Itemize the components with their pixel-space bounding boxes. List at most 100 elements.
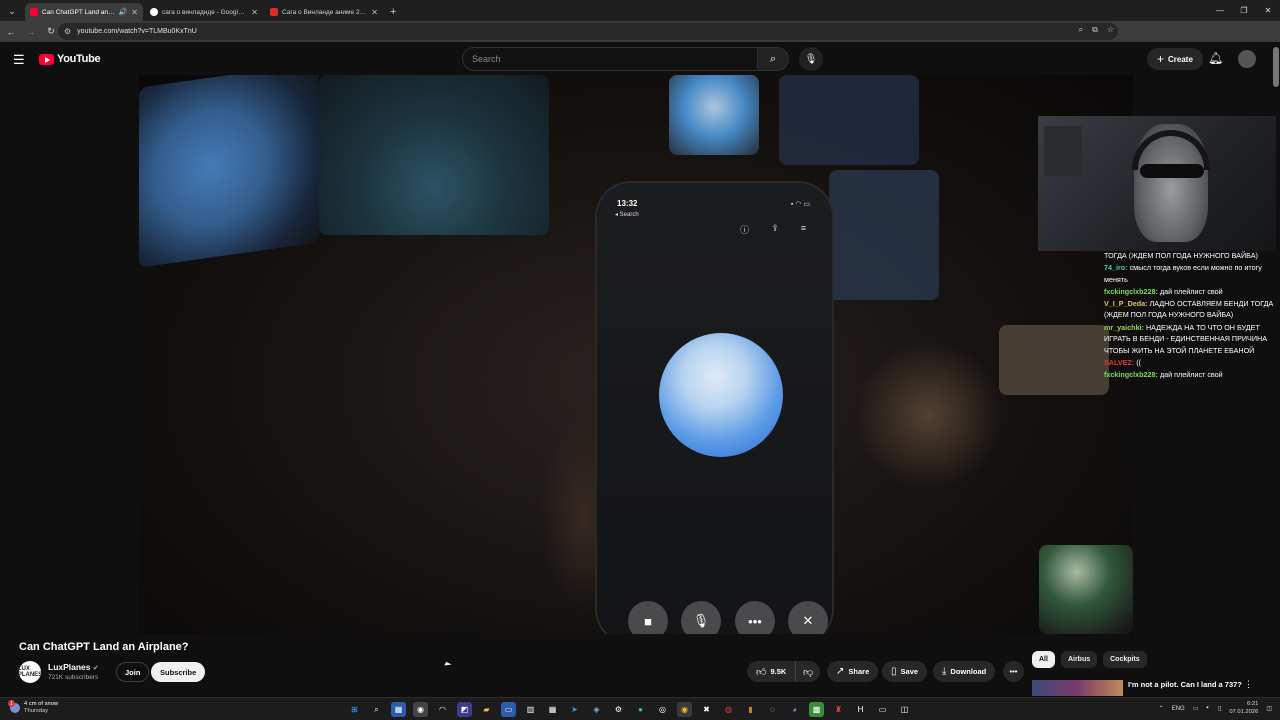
like-button[interactable]: 👍︎ 9.5K bbox=[747, 661, 796, 682]
tab-anime[interactable]: Сага о Винланде аниме 2019... ✕ bbox=[265, 3, 383, 21]
close-tab-icon[interactable]: ✕ bbox=[131, 8, 138, 17]
video-player[interactable]: 13:32 ◂ Search ▪ ◠ ▭ ⓘ ⇪ ≡ ■ 🎙 ••• ✕ bbox=[139, 75, 1133, 634]
telegram-icon[interactable]: ➤ bbox=[567, 702, 582, 717]
search-button[interactable]: ⌕ bbox=[757, 47, 789, 71]
chip-airbus[interactable]: Airbus bbox=[1060, 651, 1098, 668]
recommended-title[interactable]: I'm not a pilot. Can I land a 737? bbox=[1128, 680, 1242, 689]
site-info-icon[interactable]: ⚙ bbox=[64, 27, 71, 36]
app-icon[interactable]: ▮ bbox=[743, 702, 758, 717]
tray-overflow-icon[interactable]: ⌃ bbox=[1159, 705, 1164, 712]
zoom-icon[interactable]: ⌕ bbox=[1079, 25, 1083, 35]
notifications-bell-icon[interactable]: 🔔︎ bbox=[1208, 51, 1223, 65]
recommended-menu-icon[interactable]: ⋮ bbox=[1244, 679, 1253, 690]
app-icon[interactable]: H bbox=[853, 702, 868, 717]
network-icon[interactable]: ▭ bbox=[1193, 705, 1199, 712]
minecraft-icon[interactable]: ▩ bbox=[809, 702, 824, 717]
subscribe-button[interactable]: Subscribe bbox=[151, 662, 206, 682]
close-tab-icon[interactable]: ✕ bbox=[371, 8, 378, 17]
tab-youtube[interactable]: Can ChatGPT Land an Airpla... 🔊 ✕ bbox=[25, 3, 143, 21]
app-icon[interactable]: ▭ bbox=[501, 702, 516, 717]
join-button[interactable]: Join bbox=[116, 662, 150, 682]
channel-avatar[interactable]: LUX PLANES bbox=[18, 661, 42, 683]
app-icon[interactable]: ◫ bbox=[897, 702, 912, 717]
tab-google-search[interactable]: сага о винладнде - Google Search ✕ bbox=[145, 3, 263, 21]
cockpit-glare bbox=[859, 335, 999, 495]
cast-icon[interactable]: ⧉ bbox=[1092, 25, 1098, 35]
cockpit-display bbox=[779, 75, 919, 165]
taskbar-search-icon[interactable]: ⌕ bbox=[369, 702, 384, 717]
volume-icon[interactable]: 🔈︎ bbox=[1206, 705, 1210, 712]
file-explorer-icon[interactable]: ▰ bbox=[479, 702, 494, 717]
youtube-favicon-icon bbox=[30, 8, 38, 16]
recommended-video[interactable]: I'm not a pilot. Can I land a 737? ⋮ bbox=[1032, 679, 1280, 697]
discord-icon[interactable]: ◕ bbox=[787, 702, 802, 717]
close-window-button[interactable]: ✕ bbox=[1256, 0, 1280, 20]
phone-close-button: ✕ bbox=[788, 601, 828, 634]
chat-message: ТОГДА (ЖДЕМ ПОЛ ГОДА НУЖНОГО ВАЙБА) bbox=[1104, 251, 1258, 260]
app-icon[interactable]: ◎ bbox=[655, 702, 670, 717]
app-icon[interactable]: ◩ bbox=[457, 702, 472, 717]
app-icon[interactable]: ◠ bbox=[435, 702, 450, 717]
task-view-icon[interactable]: ▦ bbox=[391, 702, 406, 717]
minimize-button[interactable]: — bbox=[1208, 0, 1232, 20]
share-button[interactable]: ↗ Share bbox=[827, 661, 879, 682]
steam-app-icon[interactable]: ◉ bbox=[413, 702, 428, 717]
app-icon[interactable]: ◌ bbox=[765, 702, 780, 717]
maximize-button[interactable]: ❐ bbox=[1232, 0, 1256, 20]
download-button[interactable]: ⤓ Download bbox=[933, 661, 996, 682]
chrome-icon[interactable]: ◉ bbox=[677, 702, 692, 717]
system-tray: ⌃ ENG ▭ 🔈︎ ▯ 6:21 07.01.2026 ◫ bbox=[1159, 701, 1272, 716]
app-icon[interactable]: ▥ bbox=[523, 702, 538, 717]
language-indicator[interactable]: ENG bbox=[1172, 706, 1185, 712]
new-tab-button[interactable]: + bbox=[390, 6, 396, 18]
close-tab-icon[interactable]: ✕ bbox=[251, 8, 258, 17]
notifications-icon[interactable]: ◫ bbox=[1266, 705, 1272, 712]
hamburger-menu-icon[interactable]: ☰ bbox=[13, 52, 25, 68]
tab-search-button[interactable]: ⌄ bbox=[3, 2, 21, 20]
dislike-button[interactable]: 👎︎ bbox=[795, 661, 821, 682]
audio-playing-icon[interactable]: 🔊 bbox=[119, 8, 128, 16]
save-button[interactable]: ▯ Save bbox=[882, 661, 928, 682]
steam-icon[interactable]: ◈ bbox=[589, 702, 604, 717]
app-icon[interactable]: ▦ bbox=[545, 702, 560, 717]
app-icon[interactable]: ♜ bbox=[831, 702, 846, 717]
share-icon: ⇪ bbox=[771, 223, 779, 233]
address-bar[interactable]: ⚙ youtube.com/watch?v=TLMBu0KxTnU ⌕ ⧉ ☆ bbox=[58, 23, 1118, 40]
download-icon: ⤓ bbox=[942, 666, 947, 677]
create-button[interactable]: + Create bbox=[1147, 48, 1203, 70]
settings-icon: ≡ bbox=[800, 223, 806, 233]
terminal-icon[interactable]: ▭ bbox=[875, 702, 890, 717]
spotify-icon[interactable]: ● bbox=[633, 702, 648, 717]
youtube-logo[interactable]: YouTube bbox=[39, 53, 101, 65]
recommended-thumbnail[interactable] bbox=[1032, 680, 1123, 696]
notification-badge: 1 bbox=[8, 700, 15, 707]
windows-start-icon[interactable]: ⊞ bbox=[347, 702, 362, 717]
search-icon: ⌕ bbox=[769, 52, 777, 65]
channel-name[interactable]: LuxPlanes ✔ bbox=[48, 662, 99, 672]
battery-icon[interactable]: ▯ bbox=[1218, 705, 1221, 712]
page-scrollbar[interactable] bbox=[1273, 47, 1279, 87]
search-input[interactable] bbox=[472, 54, 757, 64]
cockpit-display bbox=[829, 170, 939, 300]
verified-check-icon: ✔ bbox=[92, 665, 99, 672]
voice-search-button[interactable]: 🎙 bbox=[799, 47, 823, 71]
chip-cockpits[interactable]: Cockpits bbox=[1103, 651, 1147, 668]
back-button[interactable]: ← bbox=[2, 23, 20, 41]
browser-toolbar: ← → ↻ ⚙ youtube.com/watch?v=TLMBu0KxTnU … bbox=[0, 21, 1280, 55]
app-icon[interactable]: ◍ bbox=[721, 702, 736, 717]
app-icon[interactable]: ✖ bbox=[699, 702, 714, 717]
weather-day: Thursday bbox=[24, 708, 49, 714]
forward-button[interactable]: → bbox=[22, 23, 40, 41]
bookmark-star-icon[interactable]: ☆ bbox=[1107, 25, 1114, 35]
url-text: youtube.com/watch?v=TLMBu0KxTnU bbox=[77, 28, 197, 35]
account-avatar[interactable] bbox=[1238, 50, 1256, 68]
related-filter-chips: All Airbus Cockpits bbox=[1032, 651, 1147, 668]
clock[interactable]: 6:21 07.01.2026 bbox=[1229, 701, 1258, 716]
microphone-icon: 🎙 bbox=[804, 53, 818, 65]
app-icon[interactable]: ⚙ bbox=[611, 702, 626, 717]
weather-widget[interactable]: 1 4 cm of snow Thursday bbox=[8, 700, 58, 715]
chip-all[interactable]: All bbox=[1032, 651, 1055, 668]
stream-chat-overlay: ТОГДА (ЖДЕМ ПОЛ ГОДА НУЖНОГО ВАЙБА) 74_i… bbox=[1104, 250, 1280, 381]
more-actions-button[interactable]: ••• bbox=[1003, 661, 1024, 682]
chat-message: SALVEZ: (( bbox=[1104, 357, 1142, 367]
